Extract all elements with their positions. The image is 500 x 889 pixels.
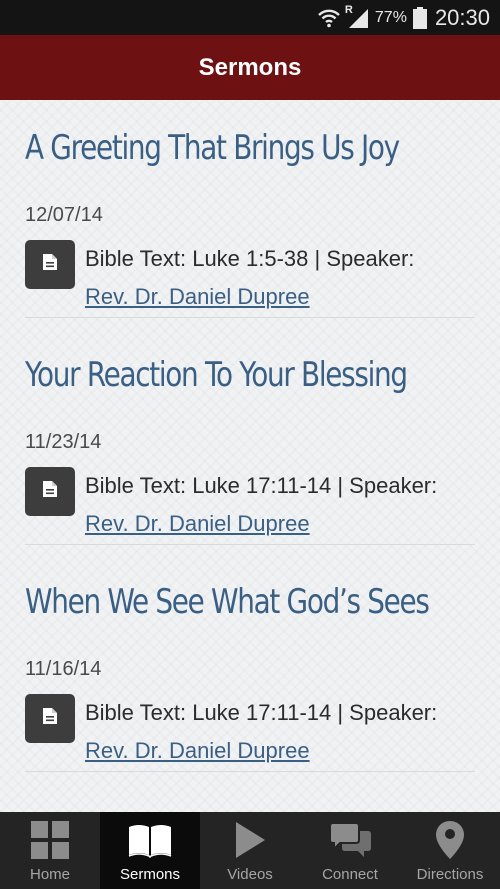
sermon-item[interactable]: Your Reaction To Your Blessing 11/23/14 …	[25, 327, 475, 545]
nav-label: Sermons	[119, 866, 181, 883]
nav-home[interactable]: Home	[0, 812, 100, 889]
sermon-title[interactable]: A Greeting That Brings Us Joy	[25, 126, 400, 170]
nav-label: Home	[29, 866, 70, 883]
map-pin-icon	[435, 812, 465, 864]
document-icon	[42, 707, 58, 730]
sermon-notes-button[interactable]	[25, 694, 75, 743]
battery-icon	[412, 6, 427, 29]
sermon-details: Bible Text: Luke 1:5-38 | Speaker:	[85, 246, 415, 271]
sermon-details: Bible Text: Luke 17:11-14 | Speaker:	[85, 473, 438, 498]
bottom-nav: Home Sermons Videos Connect Directions	[0, 812, 500, 889]
nav-sermons[interactable]: Sermons	[100, 812, 200, 889]
sermon-item[interactable]: When We See What God’s Sees 11/16/14 Bib…	[25, 554, 475, 772]
sermon-details: Bible Text: Luke 17:11-14 | Speaker:	[85, 700, 438, 725]
wifi-icon	[317, 8, 341, 28]
nav-connect[interactable]: Connect	[300, 812, 400, 889]
nav-label: Directions	[416, 866, 484, 883]
nav-directions[interactable]: Directions	[400, 812, 500, 889]
sermon-notes-button[interactable]	[25, 467, 75, 516]
chat-icon	[328, 812, 372, 864]
status-bar: R 77% 20:30	[0, 0, 500, 35]
page-title: Sermons	[198, 53, 302, 81]
play-icon	[234, 812, 266, 864]
signal-icon: R	[344, 3, 369, 29]
status-icons: R 77% 20:30	[317, 0, 490, 35]
sermon-list[interactable]: A Greeting That Brings Us Joy 12/07/14 B…	[0, 100, 500, 812]
app-header: Sermons	[0, 35, 500, 100]
sermon-date: 11/23/14	[25, 431, 102, 453]
clock: 20:30	[434, 4, 490, 30]
sermon-title[interactable]: Your Reaction To Your Blessing	[25, 353, 408, 397]
sermon-date: 11/16/14	[25, 658, 102, 680]
document-icon	[42, 480, 58, 503]
speaker-link[interactable]: Rev. Dr. Daniel Dupree	[85, 284, 310, 310]
nav-videos[interactable]: Videos	[200, 812, 300, 889]
sermon-item[interactable]: A Greeting That Brings Us Joy 12/07/14 B…	[25, 100, 475, 318]
speaker-link[interactable]: Rev. Dr. Daniel Dupree	[85, 511, 310, 537]
document-icon	[42, 253, 58, 276]
nav-label: Videos	[227, 866, 273, 883]
sermon-date: 12/07/14	[25, 204, 103, 226]
grid-icon	[30, 812, 70, 864]
speaker-link[interactable]: Rev. Dr. Daniel Dupree	[85, 738, 310, 764]
sermon-title[interactable]: When We See What God’s Sees	[25, 580, 430, 624]
network-type-label: R	[344, 3, 353, 16]
sermon-notes-button[interactable]	[25, 240, 75, 289]
book-icon	[127, 812, 173, 864]
battery-percent: 77%	[374, 8, 407, 26]
nav-label: Connect	[322, 866, 378, 883]
